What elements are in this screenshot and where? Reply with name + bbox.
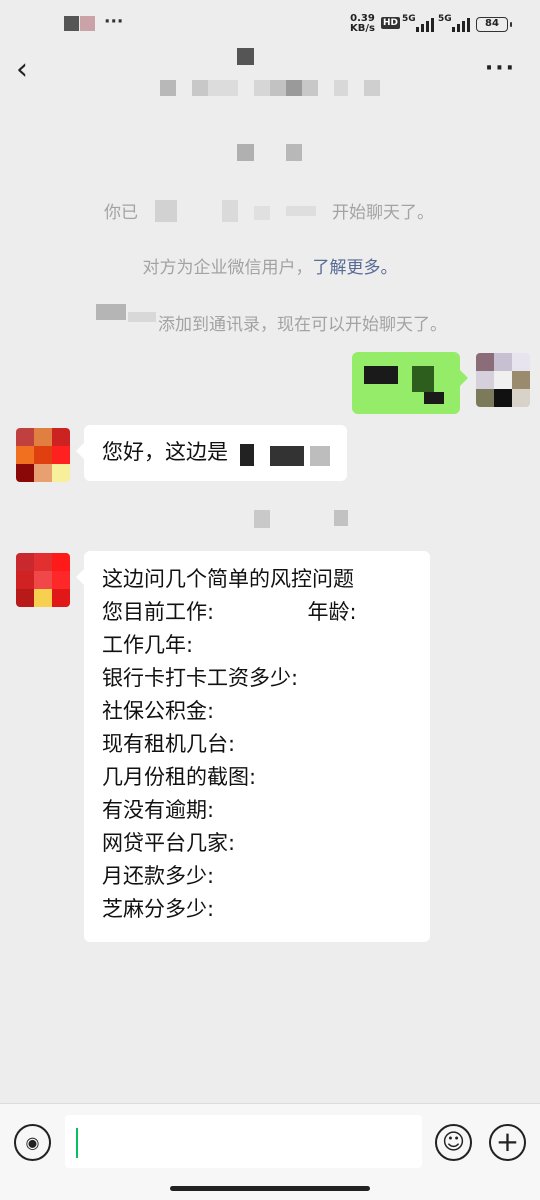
system-message-text: 对方为企业微信用户， (142, 258, 313, 278)
question-line: 现有租机几台: (102, 732, 236, 756)
network-speed: 0.39 KB/s (350, 14, 375, 34)
timestamp (334, 510, 348, 526)
signal-label: 5G (438, 14, 452, 24)
notification-icon (80, 16, 95, 31)
question-line: 芝麻分多少: (102, 897, 215, 921)
contact-avatar[interactable] (16, 553, 70, 607)
battery-icon: 84 (476, 17, 512, 32)
question-line: 网贷平台几家: (102, 831, 236, 855)
question-line: 有没有逾期: (102, 798, 215, 822)
question-line: 您目前工作: 年龄: (102, 600, 357, 624)
status-more-icon: ··· (104, 12, 124, 32)
notification-icon (64, 16, 79, 31)
more-horizontal-icon[interactable]: ··· (485, 56, 516, 81)
hd-badge: HD (381, 17, 401, 29)
signal-label: 5G (402, 14, 416, 24)
timestamp (286, 144, 302, 161)
my-avatar[interactable] (476, 353, 530, 407)
question-line: 这边问几个简单的风控问题 (102, 567, 354, 591)
outgoing-message[interactable] (352, 352, 468, 414)
timestamp (237, 144, 254, 161)
home-indicator[interactable] (170, 1186, 370, 1191)
question-line: 社保公积金: (102, 699, 215, 723)
plus-icon[interactable]: + (489, 1124, 526, 1161)
system-message-text: 添加到通讯录，现在可以开始聊天了。 (158, 315, 447, 335)
question-line: 月还款多少: (102, 864, 215, 888)
system-message-text: 开始聊天了。 (332, 203, 434, 223)
voice-icon[interactable]: ◉ (14, 1124, 51, 1161)
status-bar: ··· 0.39 KB/s HD 5G 5G 84 (0, 0, 540, 46)
chevron-left-icon[interactable]: ‹ (16, 55, 44, 85)
speed-unit: KB/s (350, 23, 375, 34)
question-line: 工作几年: (102, 633, 194, 657)
incoming-message[interactable]: 您好，这边是 (76, 425, 347, 481)
text-caret (76, 1128, 78, 1158)
learn-more-link[interactable]: 了解更多。 (313, 258, 398, 278)
system-message-text: 你已 (104, 203, 138, 223)
question-line: 银行卡打卡工资多少: (102, 666, 299, 690)
contact-avatar[interactable] (16, 428, 70, 482)
question-line: 几月份租的截图: (102, 765, 257, 789)
timestamp (254, 510, 270, 528)
emoji-icon[interactable]: ☺ (435, 1124, 472, 1161)
message-input[interactable] (65, 1115, 422, 1168)
message-text: 您好，这边是 (102, 440, 228, 464)
incoming-message[interactable]: 这边问几个简单的风控问题 您目前工作: 年龄: 工作几年: 银行卡打卡工资多少:… (76, 551, 430, 942)
chat-header: ‹ ··· (0, 46, 540, 106)
system-message: 对方为企业微信用户，了解更多。 (0, 253, 540, 278)
